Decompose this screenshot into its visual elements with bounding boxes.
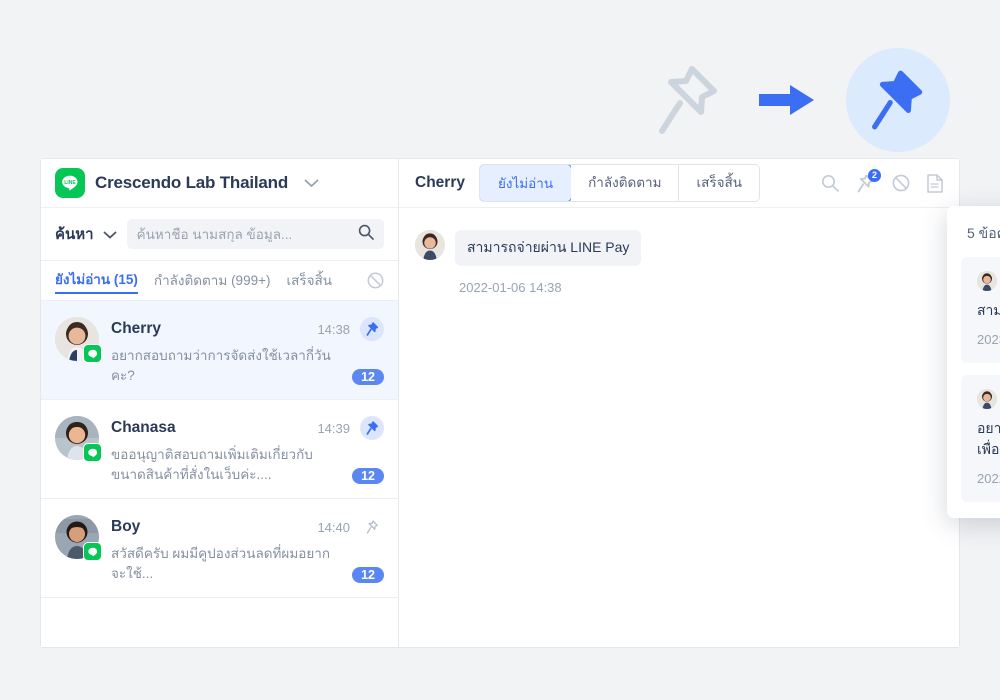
conversation-bottom: สวัสดีครับ ผมมีคูปองส่วนลดที่ผมอยากจะใช้… xyxy=(111,544,384,584)
conversation-item-chanasa[interactable]: Chanasa 14:39 ขออนุญาติสอบถามเพิ่มเติมเก… xyxy=(41,400,398,500)
pinned-card-header: Cherry xyxy=(977,271,1000,291)
conversation-name: Chanasa xyxy=(111,419,176,437)
avatar xyxy=(55,317,102,363)
chat-title: Cherry xyxy=(415,174,465,191)
conversation-preview: สวัสดีครับ ผมมีคูปองส่วนลดที่ผมอยากจะใช้… xyxy=(111,546,331,581)
line-channel-icon xyxy=(83,443,102,463)
filter-done-label: เสร็จสิ้น xyxy=(286,272,332,288)
conversation-item-boy[interactable]: Boy 14:40 สวัสดีครับ ผมมีคูปองส่วนลดที่ผ… xyxy=(41,499,398,599)
conversation-bottom: ขออนุญาติสอบถามเพิ่มเติมเกี่ยวกับขนาดสิน… xyxy=(111,445,384,485)
chat-header-actions: 2 xyxy=(821,168,943,193)
pin-illustration xyxy=(650,40,950,160)
chevron-down-icon xyxy=(103,226,117,243)
line-channel-icon xyxy=(83,344,102,363)
block-icon[interactable] xyxy=(892,174,910,192)
conversation-item-cherry[interactable]: Cherry 14:38 อยากสอบถามว่าการจัดส่งใช้เว… xyxy=(41,301,398,401)
conversation-list: Cherry 14:38 อยากสอบถามว่าการจัดส่งใช้เว… xyxy=(41,301,398,647)
search-icon[interactable] xyxy=(821,174,839,192)
conversation-preview: อยากสอบถามว่าการจัดส่งใช้เวลากี่วันคะ? xyxy=(111,348,331,383)
conversation-bottom: อยากสอบถามว่าการจัดส่งใช้เวลากี่วันคะ? 1… xyxy=(111,346,384,386)
chat-header: Cherry ยังไม่อ่าน กำลังติดตาม เสร็จสิ้น … xyxy=(399,159,959,208)
pin-toggle[interactable] xyxy=(360,317,384,341)
search-row: ค้นหา xyxy=(41,208,398,261)
filter-unread-count: (15) xyxy=(113,271,138,287)
pin-filled-icon xyxy=(872,70,923,130)
pin-filled-badge xyxy=(846,48,950,152)
message-timestamp: 2022-01-06 14:38 xyxy=(459,280,562,295)
filter-unread[interactable]: ยังไม่อ่าน (15) xyxy=(55,268,138,294)
conversation-sidebar: LINE Crescendo Lab Thailand ค้นหา ค้นหาช… xyxy=(41,159,399,647)
pinned-messages-popup: 5 ข้อความที่ปักหมุด xyxy=(947,206,1000,518)
line-logo-icon: LINE xyxy=(55,168,85,198)
account-name: Crescendo Lab Thailand xyxy=(95,173,289,192)
status-tabs: ยังไม่อ่าน กำลังติดตาม เสร็จสิ้น xyxy=(478,164,760,202)
pin-outline-icon xyxy=(650,55,728,145)
conversation-time: 14:38 xyxy=(317,321,350,337)
pinned-card-text: สามารถจ่ายผ่าน LINE Pay ได้มั้ยคะ xyxy=(977,302,1000,318)
message-bubble: สามารถจ่ายผ่าน LINE Pay xyxy=(455,230,642,266)
pinned-card-text: อยากสอบถามข้อมูลเพิ่มเติมเกี่ยวกับโปรส่ว… xyxy=(977,420,1000,457)
tab-done[interactable]: เสร็จสิ้น xyxy=(679,165,759,201)
pinned-card-header: Cherry xyxy=(977,389,1000,409)
avatar xyxy=(55,416,102,463)
tab-following[interactable]: กำลังติดตาม xyxy=(571,165,680,201)
pin-icon[interactable]: 2 xyxy=(856,168,881,193)
arrow-right-icon xyxy=(757,79,817,121)
message-avatar xyxy=(415,230,445,260)
pin-toggle[interactable] xyxy=(360,515,384,539)
conversation-top: Chanasa 14:39 xyxy=(111,416,384,441)
filter-tabs: ยังไม่อ่าน (15) กำลังติดตาม (999+) เสร็จ… xyxy=(41,261,398,301)
search-input[interactable] xyxy=(136,226,352,242)
pinned-popup-header: 5 ข้อความที่ปักหมุด xyxy=(961,220,1000,257)
avatar xyxy=(977,389,997,409)
conversation-preview: ขออนุญาติสอบถามเพิ่มเติมเกี่ยวกับขนาดสิน… xyxy=(111,447,313,482)
chat-panel: Cherry ยังไม่อ่าน กำลังติดตาม เสร็จสิ้น … xyxy=(399,159,1000,647)
filter-following-label: กำลังติดตาม xyxy=(153,272,228,288)
conversation-time: 14:39 xyxy=(317,420,350,436)
conversation-name: Cherry xyxy=(111,320,161,337)
pinned-card-date: 2022-10-23 15:27 xyxy=(977,471,1000,486)
filter-following-count: (999+) xyxy=(231,272,271,288)
avatar xyxy=(55,515,102,562)
pinned-card-date: 2023-01-06 14:38 xyxy=(977,332,1000,347)
tab-unread[interactable]: ยังไม่อ่าน xyxy=(479,165,573,201)
pin-toggle[interactable] xyxy=(360,416,384,441)
conversation-name: Boy xyxy=(111,518,141,536)
filter-done[interactable]: เสร็จสิ้น xyxy=(286,269,331,293)
svg-text:LINE: LINE xyxy=(64,180,76,186)
app-window: LINE Crescendo Lab Thailand ค้นหา ค้นหาช… xyxy=(40,158,1000,648)
pinned-popup-title: 5 ข้อความที่ปักหมุด xyxy=(967,225,1000,241)
filter-following[interactable]: กำลังติดตาม (999+) xyxy=(154,269,271,293)
conversation-body: Boy 14:40 สวัสดีครับ ผมมีคูปองส่วนลดที่ผ… xyxy=(111,515,384,584)
unread-badge: 12 xyxy=(352,468,384,485)
search-scope-dropdown[interactable]: ค้นหา xyxy=(55,222,117,246)
avatar xyxy=(977,271,997,291)
account-header[interactable]: LINE Crescendo Lab Thailand xyxy=(41,159,398,208)
unread-badge: 12 xyxy=(352,369,384,386)
message-row: สามารถจ่ายผ่าน LINE Pay xyxy=(415,230,943,266)
search-box[interactable] xyxy=(126,219,384,249)
chevron-down-icon[interactable] xyxy=(304,179,319,188)
search-icon[interactable] xyxy=(358,224,374,245)
search-scope-label: ค้นหา xyxy=(55,226,94,243)
filter-unread-label: ยังไม่อ่าน xyxy=(55,271,111,287)
conversation-time: 14:40 xyxy=(317,519,350,535)
conversation-body: Chanasa 14:39 ขออนุญาติสอบถามเพิ่มเติมเก… xyxy=(111,416,384,485)
note-icon[interactable] xyxy=(927,173,943,193)
message-area: สามารถจ่ายผ่าน LINE Pay 2022-01-06 14:38 xyxy=(399,208,959,647)
block-icon[interactable] xyxy=(367,272,384,289)
conversation-top: Boy 14:40 xyxy=(111,515,384,539)
unread-badge: 12 xyxy=(352,567,384,584)
line-channel-icon xyxy=(83,542,102,562)
conversation-top: Cherry 14:38 xyxy=(111,317,384,341)
conversation-body: Cherry 14:38 อยากสอบถามว่าการจัดส่งใช้เว… xyxy=(111,317,384,386)
pin-count-badge: 2 xyxy=(868,168,881,182)
pinned-card[interactable]: Cherry สามารถจ่ายผ่าน LINE Pay ได้มั้ยคะ… xyxy=(961,257,1000,363)
pinned-card[interactable]: Cherry อยากสอบถามข้อมูลเพิ่มเติมเกี่ยวกั… xyxy=(961,375,1000,502)
screen: LINE Crescendo Lab Thailand ค้นหา ค้นหาช… xyxy=(0,0,1000,700)
